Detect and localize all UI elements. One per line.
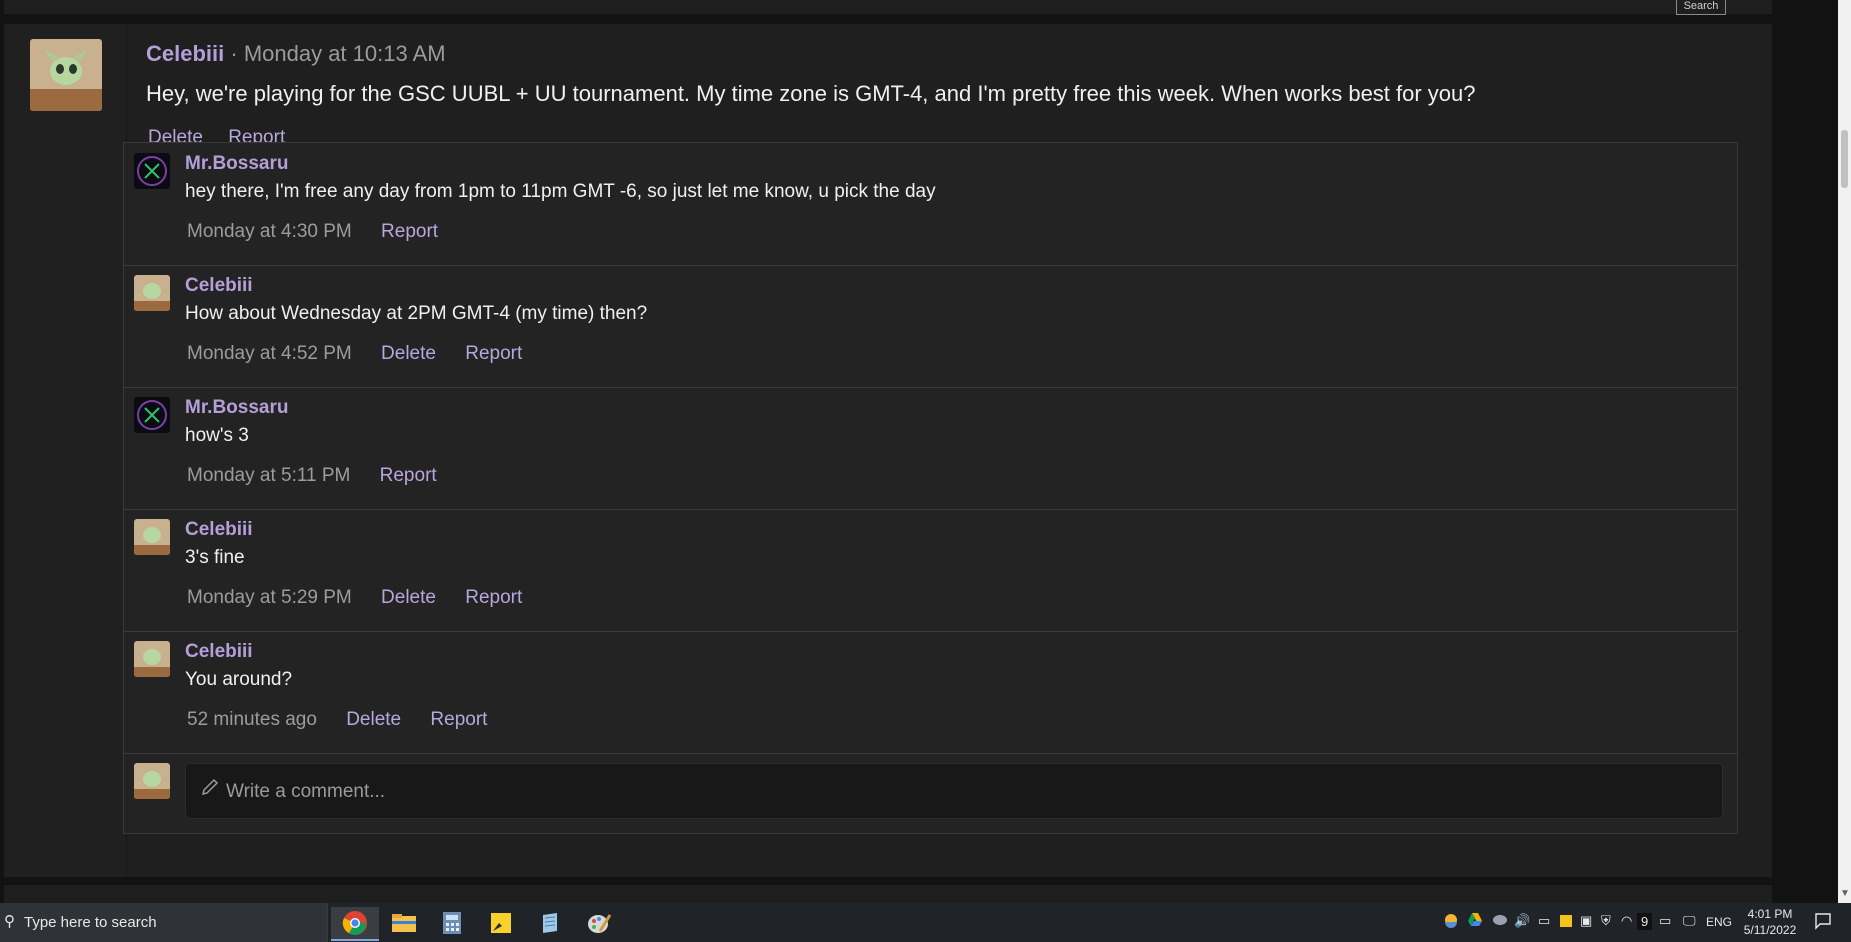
wifi-icon[interactable]: ◠ (1621, 913, 1632, 929)
security-shield-icon[interactable]: ⛨ (1601, 913, 1611, 929)
post-timestamp: · Monday at 10:13 AM (230, 41, 446, 66)
comment-report-link[interactable]: Report (465, 587, 522, 608)
taskbar-time: 4:01 PM (1747, 907, 1793, 921)
sticky-notes-icon[interactable] (477, 907, 525, 939)
comment-item: Celebiii 3's fine Monday at 5:29 PM Dele… (124, 509, 1737, 632)
previous-post-strip (4, 0, 1772, 14)
scrollbar-thumb[interactable] (1841, 130, 1848, 188)
comment-meta: Monday at 5:11 PM Report (187, 465, 461, 487)
post-text: Hey, we're playing for the GSC UUBL + UU… (146, 81, 1476, 106)
comment-delete-link[interactable]: Delete (381, 343, 436, 364)
comment-delete-link[interactable]: Delete (381, 587, 436, 608)
next-post-strip (4, 885, 1772, 905)
celebiii-avatar[interactable] (134, 519, 170, 555)
notepad-icon[interactable] (526, 907, 574, 939)
comment-text: 3's fine (185, 547, 245, 568)
taskbar-search-box[interactable]: ⚲ Type here to search (0, 903, 328, 942)
comment-meta: Monday at 4:52 PM Delete Report (187, 343, 546, 365)
comment-text: how's 3 (185, 425, 249, 446)
comment-input[interactable]: Write a comment... (185, 763, 1723, 819)
comment-time[interactable]: Monday at 4:52 PM (187, 343, 352, 364)
comment-item: Mr.Bossaru how's 3 Monday at 5:11 PM Rep… (124, 387, 1737, 510)
notification-count-badge[interactable]: 9 (1637, 913, 1653, 930)
celebiii-avatar[interactable] (134, 641, 170, 677)
post-avatar-column (4, 24, 127, 877)
taskbar-clock[interactable]: 4:01 PM 5/11/2022 (1732, 906, 1808, 938)
onedrive-icon[interactable] (1490, 912, 1508, 929)
conversation-post: Celebiii · Monday at 10:13 AM Hey, we're… (4, 24, 1772, 877)
weather-icon[interactable] (1443, 912, 1459, 931)
comment-meta: Monday at 5:29 PM Delete Report (187, 587, 546, 609)
comment-author[interactable]: Celebiii (185, 641, 253, 663)
comment-report-link[interactable]: Report (380, 465, 437, 486)
comment-item: Mr.Bossaru hey there, I'm free any day f… (124, 143, 1737, 266)
file-explorer-icon[interactable] (380, 907, 428, 939)
pencil-icon (200, 764, 220, 820)
comment-author[interactable]: Celebiii (185, 275, 253, 297)
search-icon: ⚲ (4, 913, 15, 930)
comment-report-link[interactable]: Report (465, 343, 522, 364)
taskbar-search-placeholder: Type here to search (24, 914, 157, 931)
volume-icon[interactable]: 🔊 (1514, 913, 1530, 929)
comment-composer: Write a comment... (124, 753, 1737, 823)
comment-author[interactable]: Celebiii (185, 519, 253, 541)
norton-icon[interactable] (1559, 913, 1573, 932)
celebiii-avatar[interactable] (30, 39, 102, 111)
display-icon[interactable]: ▣ (1580, 913, 1592, 929)
mr-bossaru-avatar[interactable] (134, 153, 170, 189)
search-button[interactable]: Search (1676, 0, 1726, 15)
windows-taskbar: ⚲ Type here to search 🔊 ▭ ▣ ⛨ ◠ 9 ▭ 🖵 EN… (0, 903, 1851, 942)
current-user-avatar (134, 763, 170, 799)
comment-delete-link[interactable]: Delete (346, 709, 401, 730)
comment-time[interactable]: Monday at 5:11 PM (187, 465, 350, 486)
taskbar-date: 5/11/2022 (1743, 923, 1797, 937)
comments-list: Mr.Bossaru hey there, I'm free any day f… (123, 142, 1738, 834)
post-header: Celebiii · Monday at 10:13 AM (146, 41, 446, 67)
mr-bossaru-avatar[interactable] (134, 397, 170, 433)
notifications-icon[interactable] (1814, 912, 1832, 933)
comment-item: Celebiii How about Wednesday at 2PM GMT-… (124, 265, 1737, 388)
page-scrollbar[interactable]: ▼ (1838, 0, 1851, 903)
comment-meta: Monday at 4:30 PM Report (187, 221, 462, 243)
monitor-icon[interactable]: 🖵 (1683, 913, 1696, 929)
celebiii-avatar[interactable] (134, 275, 170, 311)
paint-icon[interactable] (575, 907, 623, 939)
post-author[interactable]: Celebiii (146, 41, 224, 66)
comment-item: Celebiii You around? 52 minutes ago Dele… (124, 631, 1737, 754)
comment-author[interactable]: Mr.Bossaru (185, 153, 288, 175)
comment-author[interactable]: Mr.Bossaru (185, 397, 288, 419)
network-icon[interactable]: ▭ (1538, 913, 1550, 929)
comment-text: You around? (185, 669, 293, 690)
comment-time[interactable]: 52 minutes ago (187, 709, 317, 730)
comment-text: hey there, I'm free any day from 1pm to … (185, 181, 936, 202)
comment-text: How about Wednesday at 2PM GMT-4 (my tim… (185, 303, 648, 324)
comment-time[interactable]: Monday at 4:30 PM (187, 221, 352, 242)
calculator-icon[interactable] (428, 907, 476, 939)
comment-report-link[interactable]: Report (381, 221, 438, 242)
battery-icon[interactable]: ▭ (1659, 913, 1671, 929)
scroll-down-arrow-icon[interactable]: ▼ (1840, 888, 1850, 899)
comment-input-placeholder: Write a comment... (226, 781, 386, 802)
comment-time[interactable]: Monday at 5:29 PM (187, 587, 352, 608)
comment-report-link[interactable]: Report (430, 709, 487, 730)
language-indicator[interactable]: ENG (1706, 915, 1732, 929)
google-drive-icon[interactable] (1467, 912, 1483, 931)
chrome-icon[interactable] (331, 907, 379, 941)
comment-meta: 52 minutes ago Delete Report (187, 709, 511, 731)
